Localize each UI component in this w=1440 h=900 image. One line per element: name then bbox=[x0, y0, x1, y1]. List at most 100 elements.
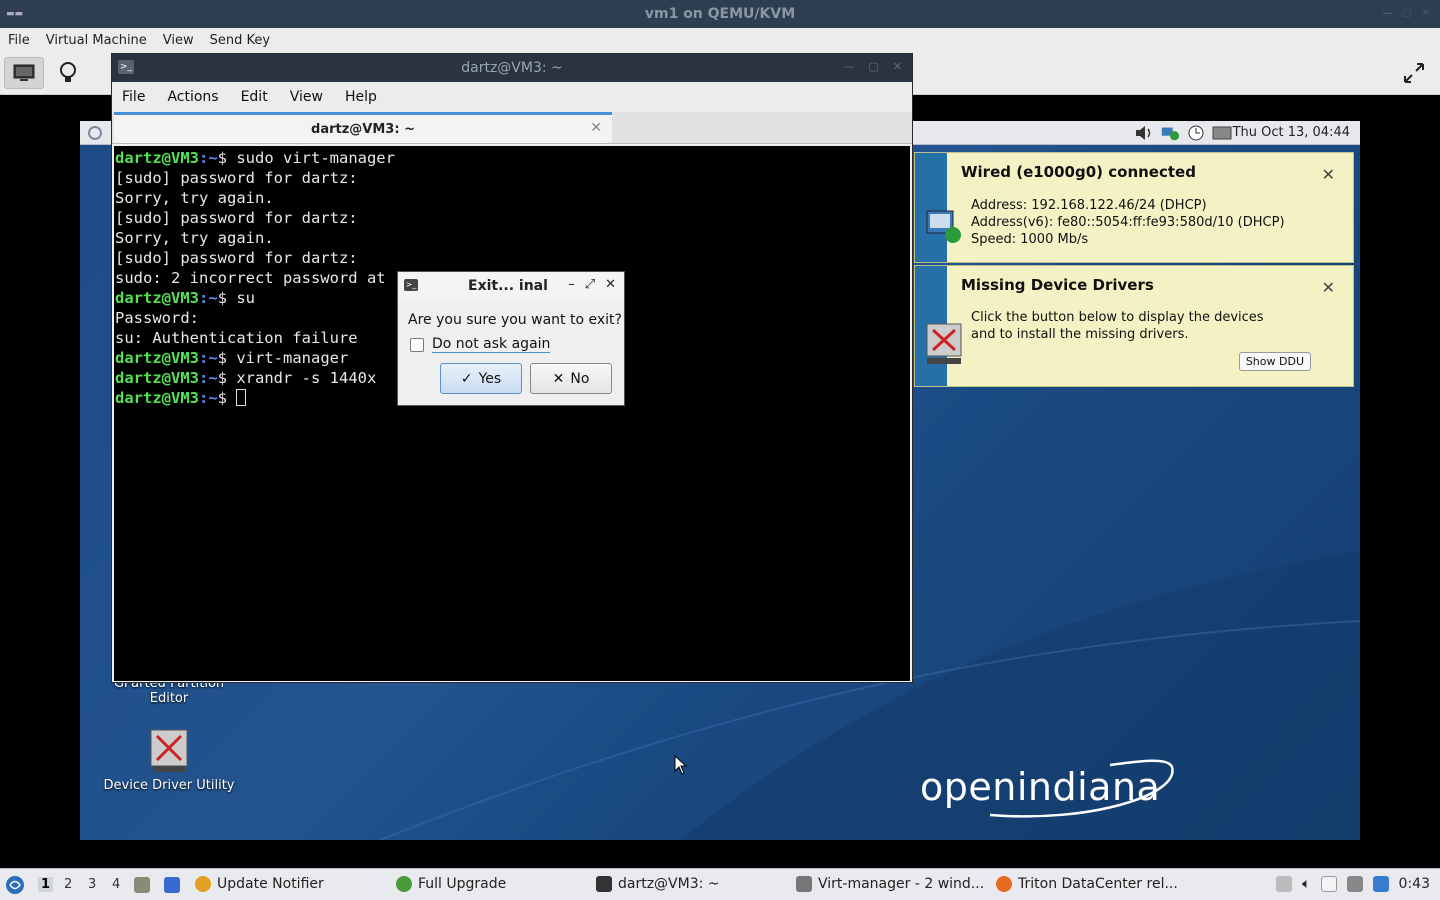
gear-icon bbox=[396, 876, 412, 892]
prompt-user: dartz@VM3 bbox=[115, 349, 199, 367]
task-virt-manager[interactable]: Virt-manager - 2 wind... bbox=[796, 876, 984, 892]
time-slider-icon[interactable] bbox=[1186, 124, 1206, 142]
details-button[interactable] bbox=[48, 57, 88, 89]
terminal-tabbar: dartz@VM3: ~ ✕ bbox=[112, 112, 912, 144]
guest-clock[interactable]: Thu Oct 13, 04:44 bbox=[1233, 125, 1350, 140]
clipboard-icon[interactable] bbox=[1320, 876, 1337, 892]
network-icon[interactable] bbox=[1160, 124, 1180, 142]
close-icon[interactable]: ✕ bbox=[1322, 165, 1335, 184]
volume-icon[interactable]: 🔈︎ bbox=[1302, 876, 1310, 892]
do-not-ask-label[interactable]: Do not ask again bbox=[432, 336, 551, 353]
terminal-icon bbox=[596, 876, 612, 892]
terminal-menu-actions[interactable]: Actions bbox=[167, 89, 218, 105]
terminal-menu-view[interactable]: View bbox=[290, 89, 323, 105]
device-driver-icon bbox=[926, 323, 962, 364]
start-menu-icon[interactable] bbox=[4, 874, 26, 896]
no-label: No bbox=[570, 370, 590, 387]
exit-dialog: >_ Exit... inal – ⤢ ✕ Are you sure you w… bbox=[397, 271, 625, 406]
workspace-2[interactable]: 2 bbox=[64, 877, 72, 892]
desktop-icon-device-driver-utility[interactable]: Device Driver Utility bbox=[94, 728, 244, 793]
bluetooth-icon[interactable] bbox=[1372, 876, 1389, 892]
file-manager-icon[interactable] bbox=[134, 877, 150, 893]
notification-wired: Wired (e1000g0) connected ✕ Address: 192… bbox=[914, 152, 1354, 263]
maximize-icon[interactable]: ▢ bbox=[868, 60, 878, 73]
show-ddu-button[interactable]: Show DDU bbox=[1238, 352, 1311, 371]
network-icon[interactable] bbox=[1346, 876, 1363, 892]
notification-title: Missing Device Drivers bbox=[961, 276, 1154, 294]
task-terminal[interactable]: dartz@VM3: ~ bbox=[596, 876, 720, 892]
host-menubar: File Virtual Machine View Send Key bbox=[0, 28, 1440, 52]
close-icon[interactable]: ✕ bbox=[605, 277, 616, 292]
device-driver-icon bbox=[150, 729, 188, 772]
prompt-path: :~ bbox=[199, 149, 218, 167]
terminal-icon: >_ bbox=[118, 60, 134, 74]
network-wired-icon bbox=[926, 210, 961, 243]
terminal-menubar: File Actions Edit View Help bbox=[112, 82, 912, 112]
eject-icon[interactable] bbox=[1276, 876, 1293, 892]
terminal-line: Sorry, try again. bbox=[115, 188, 910, 208]
minimize-icon[interactable]: – bbox=[568, 277, 575, 292]
openindiana-menu-icon[interactable] bbox=[84, 125, 106, 141]
terminal-tab[interactable]: dartz@VM3: ~ ✕ bbox=[114, 112, 612, 143]
host-menu-send-key[interactable]: Send Key bbox=[210, 33, 278, 48]
prompt-path: :~ bbox=[199, 389, 218, 407]
close-icon[interactable]: ✕ bbox=[893, 60, 902, 73]
notification-body: Click the button below to display the de… bbox=[971, 310, 1264, 342]
yes-button[interactable]: ✓ Yes bbox=[440, 363, 522, 394]
terminal-text: Sorry, try again. bbox=[115, 229, 274, 247]
terminal-menu-help[interactable]: Help bbox=[345, 89, 377, 105]
fullscreen-button[interactable] bbox=[1394, 57, 1434, 89]
terminal-text: Sorry, try again. bbox=[115, 189, 274, 207]
terminal-window-title: dartz@VM3: ~ bbox=[461, 60, 563, 76]
show-desktop-icon[interactable] bbox=[164, 877, 180, 893]
taskbar-tray: 🔈︎ 0:43 bbox=[1276, 876, 1430, 892]
task-firefox[interactable]: Triton DataCenter rel... bbox=[996, 876, 1178, 892]
do-not-ask-checkbox[interactable] bbox=[410, 337, 424, 352]
terminal-text: $ xrandr -s 1440x bbox=[217, 369, 377, 387]
host-titlebar: ▬▬ vm1 on QEMU/KVM — ▢ ✕ bbox=[0, 0, 1440, 28]
notification-missing-drivers: Missing Device Drivers ✕ Click the butto… bbox=[914, 265, 1354, 387]
yes-label: Yes bbox=[478, 370, 502, 387]
notification-body: Address: 192.168.122.46/24 (DHCP) Addres… bbox=[971, 198, 1285, 247]
no-button[interactable]: ✕ No bbox=[530, 363, 612, 394]
terminal-titlebar[interactable]: >_ dartz@VM3: ~ — ▢ ✕ bbox=[112, 54, 912, 82]
host-menu-virtual-machine[interactable]: Virtual Machine bbox=[46, 33, 155, 48]
volume-icon[interactable] bbox=[1134, 124, 1154, 142]
prompt-path: :~ bbox=[199, 369, 218, 387]
prompt-path: :~ bbox=[199, 349, 218, 367]
terminal-text: [sudo] password for dartz: bbox=[115, 209, 358, 227]
terminal-line: dartz@VM3:~$ sudo virt-manager bbox=[115, 148, 910, 168]
workspace-4[interactable]: 4 bbox=[112, 877, 120, 892]
workspace-3[interactable]: 3 bbox=[88, 877, 96, 892]
task-update-notifier[interactable]: Update Notifier bbox=[195, 876, 324, 892]
minimize-icon[interactable]: — bbox=[843, 60, 854, 73]
dialog-titlebar[interactable]: >_ Exit... inal – ⤢ ✕ bbox=[398, 272, 624, 300]
host-menu-file[interactable]: File bbox=[8, 33, 38, 48]
console-button[interactable] bbox=[4, 57, 44, 89]
terminal-menu-edit[interactable]: Edit bbox=[241, 89, 268, 105]
prompt-path: :~ bbox=[199, 289, 218, 307]
maximize-icon[interactable]: ⤢ bbox=[585, 277, 595, 292]
minimize-icon[interactable]: — bbox=[1382, 8, 1392, 19]
host-menu-view[interactable]: View bbox=[163, 33, 202, 48]
mouse-pointer-icon bbox=[674, 755, 688, 775]
terminal-window-controls: — ▢ ✕ bbox=[843, 60, 902, 73]
close-icon[interactable]: ✕ bbox=[1322, 278, 1335, 297]
terminal-text: $ su bbox=[217, 289, 255, 307]
display-icon[interactable] bbox=[1212, 124, 1232, 142]
maximize-icon[interactable]: ▢ bbox=[1402, 8, 1411, 19]
host-window-title: vm1 on QEMU/KVM bbox=[644, 6, 796, 22]
taskbar-clock[interactable]: 0:43 bbox=[1399, 876, 1430, 892]
guest-taskbar: 1 2 3 4 Update Notifier Full Upgrade dar… bbox=[0, 868, 1440, 900]
terminal-output[interactable]: dartz@VM3:~$ sudo virt-manager [sudo] pas… bbox=[114, 146, 910, 681]
close-icon[interactable]: ✕ bbox=[1422, 8, 1430, 19]
logo-swoosh bbox=[989, 759, 1174, 818]
task-full-upgrade[interactable]: Full Upgrade bbox=[396, 876, 506, 892]
close-tab-icon[interactable]: ✕ bbox=[590, 120, 602, 136]
virt-manager-icon: ▬▬ bbox=[6, 9, 24, 19]
terminal-menu-file[interactable]: File bbox=[122, 89, 145, 105]
workspace-1[interactable]: 1 bbox=[38, 877, 54, 892]
terminal-text: su: Authentication failure bbox=[115, 329, 358, 347]
prompt-user: dartz@VM3 bbox=[115, 149, 199, 167]
openindiana-logo: openindiana bbox=[920, 759, 1174, 818]
